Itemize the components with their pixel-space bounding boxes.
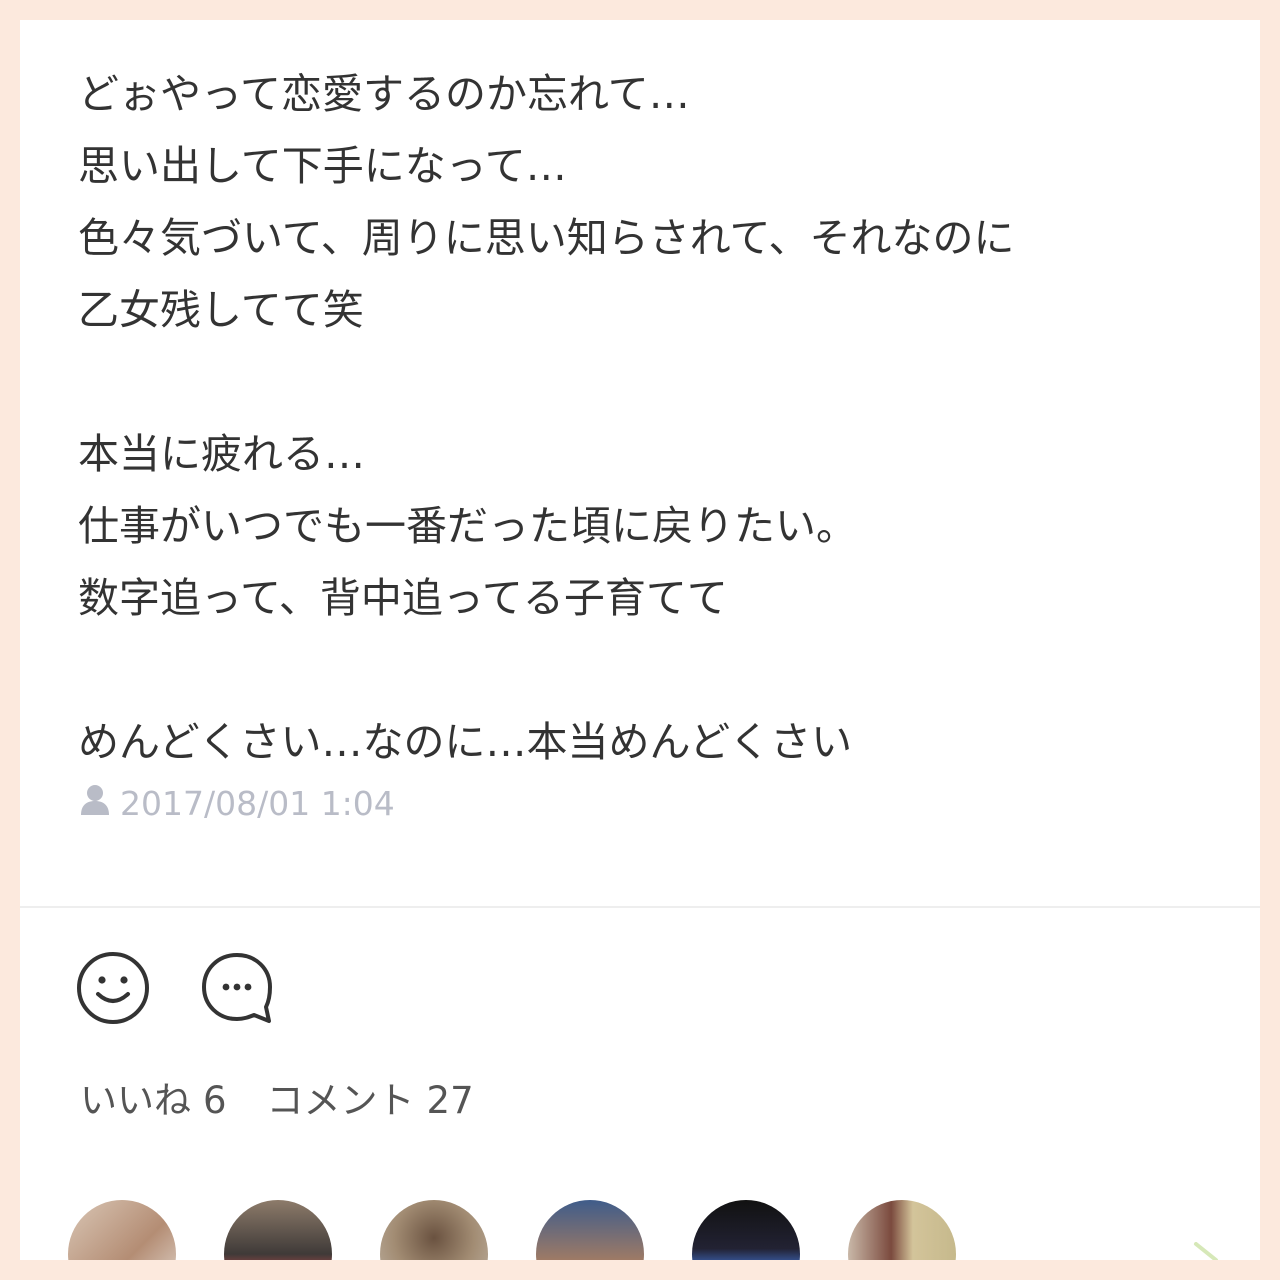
likes-number: 6 xyxy=(203,1079,227,1122)
post-body: どぉやって恋愛するのか忘れて… 思い出して下手になって… 色々気づいて、周りに思… xyxy=(78,58,1238,778)
action-bar xyxy=(75,950,323,1026)
post-line: 数字追って、背中追ってる子育てて xyxy=(78,574,728,622)
like-button[interactable] xyxy=(75,950,151,1026)
avatar[interactable] xyxy=(848,1200,956,1260)
smiley-icon xyxy=(75,952,151,1030)
comment-button[interactable] xyxy=(199,950,275,1026)
stats-row: いいね 6 コメント 27 xyxy=(80,1070,514,1124)
post-line: 乙女残してて笑 xyxy=(78,286,364,334)
likes-label: いいね xyxy=(80,1079,191,1122)
comments-label: コメント xyxy=(266,1079,415,1122)
post-line: 仕事がいつでも一番だった頃に戻りたい。 xyxy=(78,502,857,550)
avatar[interactable] xyxy=(224,1200,332,1260)
avatar[interactable] xyxy=(536,1200,644,1260)
comments-number: 27 xyxy=(426,1079,474,1122)
speech-bubble-icon xyxy=(199,953,275,1030)
post-line: 思い出して下手になって… xyxy=(78,142,567,190)
post-card: どぉやって恋愛するのか忘れて… 思い出して下手になって… 色々気づいて、周りに思… xyxy=(20,20,1260,1260)
post-line-blank xyxy=(78,346,1238,418)
post-timestamp: 2017/08/01 1:04 xyxy=(120,783,395,823)
comments-count[interactable]: コメント 27 xyxy=(267,1070,474,1124)
avatar[interactable] xyxy=(692,1200,800,1260)
post-line: 本当に疲れる… xyxy=(78,430,365,478)
avatar[interactable] xyxy=(380,1200,488,1260)
likes-count[interactable]: いいね 6 xyxy=(80,1070,227,1124)
more-likers-button[interactable] xyxy=(1190,1242,1230,1260)
post-meta: 2017/08/01 1:04 xyxy=(78,782,395,824)
post-line-blank xyxy=(78,634,1238,706)
divider xyxy=(20,906,1260,908)
post-line: どぉやって恋愛するのか忘れて… xyxy=(78,70,690,118)
post-line: めんどくさい…なのに…本当めんどくさい xyxy=(78,718,853,766)
avatar[interactable] xyxy=(68,1200,176,1260)
post-line: 色々気づいて、周りに思い知らされて、それなのに xyxy=(78,214,1015,262)
person-icon xyxy=(78,782,120,824)
liker-avatars xyxy=(68,1200,1004,1260)
